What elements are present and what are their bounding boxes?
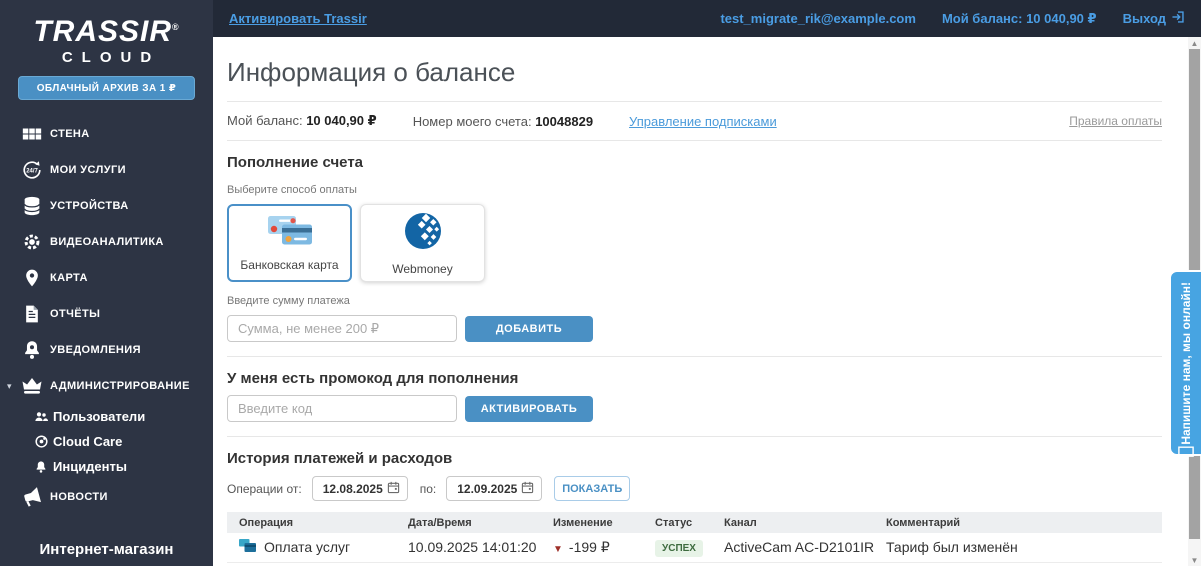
logout-icon (1171, 10, 1185, 27)
payment-operation-icon (239, 539, 256, 555)
calendar-icon (387, 481, 400, 497)
sidebar-item-administration[interactable]: ▾ АДМИНИСТРИРОВАНИЕ (0, 368, 213, 404)
sidebar-item-map[interactable]: КАРТА (0, 260, 213, 296)
divider (227, 140, 1162, 141)
activate-promo-button[interactable]: АКТИВИРОВАТЬ (465, 395, 593, 422)
chat-widget-tab[interactable]: Напишите нам, мы онлайн! (1169, 270, 1201, 461)
services-24-7-icon: 24/7 (20, 158, 44, 182)
sidebar-item-incidents[interactable]: Инциденты (0, 454, 213, 479)
to-label: по: (419, 481, 437, 496)
calendar-icon (521, 481, 534, 497)
table-row: Оплата услуг 10.09.2025 14:01:20 ▼ -199 ₽… (227, 533, 1162, 563)
sidebar-item-notifications[interactable]: УВЕДОМЛЕНИЯ (0, 332, 213, 368)
topbar-balance: Мой баланс: 10 040,90 ₽ (941, 10, 1097, 26)
sidebar-item-my-services[interactable]: 24/7 МОИ УСЛУГИ (0, 152, 213, 188)
sidebar-item-reports[interactable]: ОТЧЁТЫ (0, 296, 213, 332)
sidebar-item-video-analytics[interactable]: ВИДЕОАНАЛИТИКА (0, 224, 213, 260)
divider (227, 356, 1162, 357)
col-datetime: Дата/Время (396, 512, 541, 533)
video-analytics-icon (20, 230, 44, 254)
status-badge: УСПЕХ (655, 539, 703, 557)
chat-widget-label: Напишите нам, мы онлайн! (1179, 282, 1193, 445)
sidebar-nav: СТЕНА 24/7 МОИ УСЛУГИ УСТРОЙСТВА ВИДЕОАН… (0, 116, 213, 515)
history-table: Операция Дата/Время Изменение Статус Кан… (227, 512, 1162, 566)
cloud-archive-button[interactable]: ОБЛАЧНЫЙ АРХИВ ЗА 1 ₽ (18, 76, 195, 100)
table-row: Оплата услуг 10.09.2025 11:32:14 ▼-149 ₽… (227, 562, 1162, 566)
user-email: test_migrate_rik@example.com (720, 11, 916, 26)
amount-label: Введите сумму платежа (227, 295, 350, 307)
add-button[interactable]: ДОБАВИТЬ (465, 315, 593, 342)
notifications-bell-icon (20, 338, 44, 362)
incident-bell-icon (33, 459, 49, 475)
sidebar-item-cloud-care[interactable]: Cloud Care (0, 429, 213, 454)
administration-submenu: Пользователи Cloud Care Инциденты (0, 404, 213, 479)
payment-method-webmoney[interactable]: Webmoney (360, 204, 485, 282)
payment-rules-link[interactable]: Правила оплаты (1069, 114, 1162, 128)
date-from-input[interactable]: 12.08.2025 (311, 476, 408, 501)
cloud-care-icon (33, 434, 49, 450)
promo-code-input[interactable] (227, 395, 457, 422)
col-channel: Канал (712, 512, 874, 533)
crown-icon (20, 374, 44, 398)
bank-cards-icon (267, 215, 313, 252)
page-title: Информация о балансе (227, 57, 516, 87)
payment-method-label: Выберите способ оплаты (227, 184, 357, 196)
sidebar-item-news[interactable]: НОВОСТИ (0, 479, 213, 515)
sidebar: TRASSIR® CLOUD ОБЛАЧНЫЙ АРХИВ ЗА 1 ₽ СТЕ… (0, 0, 213, 566)
scroll-down-arrow-icon[interactable]: ▼ (1188, 554, 1201, 566)
amount-row: ДОБАВИТЬ (227, 315, 1162, 342)
decrease-arrow-icon: ▼ (553, 543, 563, 555)
map-pin-icon (20, 266, 44, 290)
webmoney-icon (403, 211, 443, 256)
my-balance: Мой баланс: 10 040,90 ₽ (227, 113, 377, 128)
col-comment: Комментарий (874, 512, 1162, 533)
balance-summary-row: Мой баланс: 10 040,90 ₽ Номер моего счет… (227, 102, 1162, 140)
logout-button[interactable]: Выход (1123, 10, 1185, 27)
payment-method-bank-card[interactable]: Банковская карта (227, 204, 352, 282)
video-wall-icon (20, 122, 44, 146)
show-button[interactable]: ПОКАЗАТЬ (554, 476, 631, 501)
account-number: Номер моего счета: 10048829 (412, 113, 594, 129)
scroll-up-arrow-icon[interactable]: ▲ (1188, 37, 1201, 49)
devices-icon (20, 194, 44, 218)
chat-bubble-icon (1177, 445, 1195, 466)
trassir-cloud-logo: TRASSIR® CLOUD (0, 0, 213, 67)
chevron-down-icon: ▾ (7, 380, 12, 391)
internet-shop-link[interactable]: Интернет-магазин (0, 541, 213, 558)
col-change: Изменение (541, 512, 643, 533)
sidebar-item-wall[interactable]: СТЕНА (0, 116, 213, 152)
users-icon (33, 409, 49, 425)
topbar: Активировать Trassir test_migrate_rik@ex… (213, 0, 1201, 37)
amount-input[interactable] (227, 315, 457, 342)
sidebar-item-devices[interactable]: УСТРОЙСТВА (0, 188, 213, 224)
main-content: Информация о балансе Мой баланс: 10 040,… (213, 37, 1188, 566)
topbar-right-group: test_migrate_rik@example.com Мой баланс:… (720, 10, 1185, 27)
history-heading: История платежей и расходов (227, 450, 453, 467)
col-status: Статус (643, 512, 712, 533)
reports-icon (20, 302, 44, 326)
activate-trassir-link[interactable]: Активировать Trassir (229, 11, 367, 26)
col-operation: Операция (227, 512, 396, 533)
divider (227, 436, 1162, 437)
megaphone-icon (20, 485, 44, 509)
history-filter-row: Операции от: 12.08.2025 по: 12.09.2025 П… (227, 476, 1162, 501)
promo-row: АКТИВИРОВАТЬ (227, 395, 1162, 422)
promo-heading: У меня есть промокод для пополнения (227, 370, 519, 387)
table-header-row: Операция Дата/Время Изменение Статус Кан… (227, 512, 1162, 533)
topup-heading: Пополнение счета (227, 154, 364, 171)
manage-subscriptions-link[interactable]: Управление подписками (629, 114, 777, 129)
logo-text: TRASSIR® (33, 15, 180, 48)
sidebar-item-users[interactable]: Пользователи (0, 404, 213, 429)
date-to-input[interactable]: 12.09.2025 (446, 476, 543, 501)
logo-subtext: CLOUD (61, 49, 161, 66)
from-label: Операции от: (227, 481, 302, 496)
svg-text:24/7: 24/7 (26, 168, 38, 174)
payment-methods: Банковская карта Webmoney (227, 204, 1162, 282)
